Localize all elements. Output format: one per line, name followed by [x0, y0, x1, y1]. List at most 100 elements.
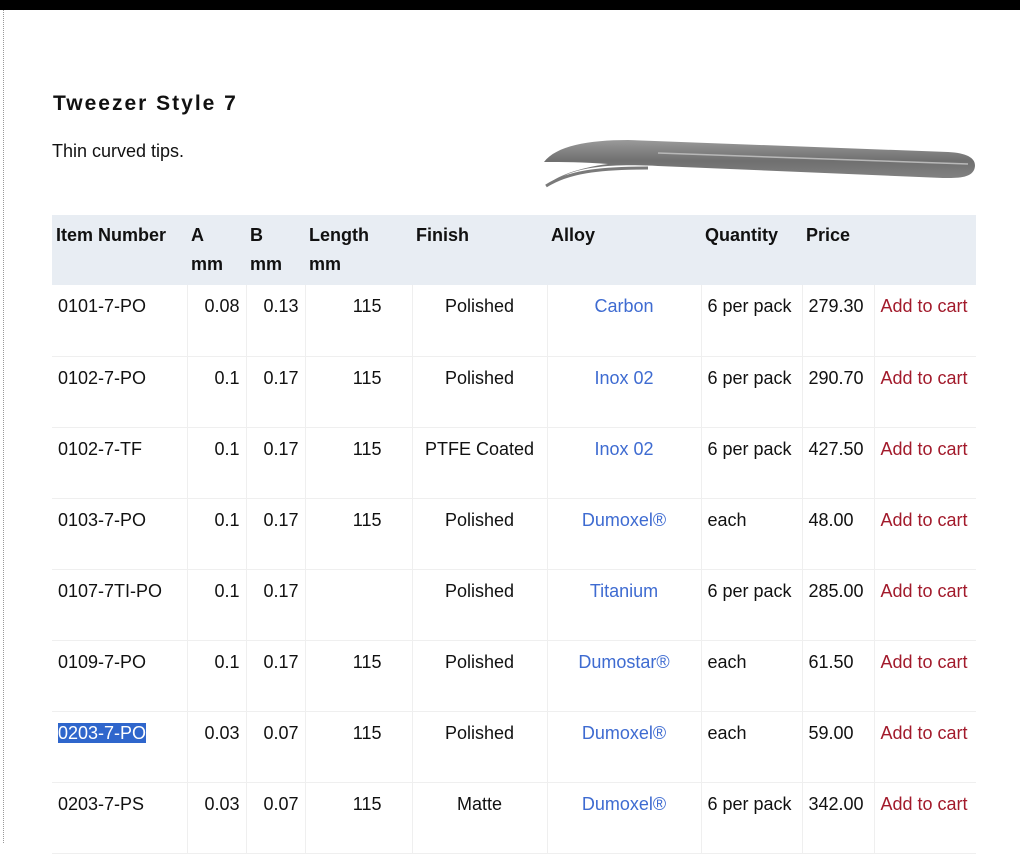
alloy-link[interactable]: Dumoxel®: [582, 510, 666, 530]
product-table: Item Number Amm Bmm Length mm Finish Allo…: [52, 215, 976, 854]
cell-quantity: 6 per pack: [701, 782, 803, 854]
cell-finish: PTFE Coated: [412, 427, 548, 499]
curved-tweezer-image: [544, 140, 975, 188]
alloy-link[interactable]: Titanium: [590, 581, 658, 601]
cell-quantity: 6 per pack: [701, 427, 803, 499]
alloy-link[interactable]: Dumostar®: [578, 652, 669, 672]
table-row: 0102-7-PO 0.1 0.17 115 Polished Inox 02 6 per …: [52, 356, 976, 428]
item-number-text[interactable]: 0109-7-PO: [58, 652, 146, 672]
header-b-mm[interactable]: Bmm: [246, 215, 305, 285]
header-item-number[interactable]: Item Number: [52, 215, 187, 285]
cell-item-number[interactable]: 0203-7-PO: [52, 711, 188, 783]
cell-length-mm: 115: [305, 711, 413, 783]
product-description: Thin curved tips.: [52, 141, 185, 161]
item-number-text[interactable]: 0102-7-PO: [58, 368, 146, 388]
cell-length-mm: 115: [305, 285, 413, 357]
cell-add-to-cart: Add to cart: [874, 711, 976, 783]
table-row: 0203-7-PS 0.03 0.07 115 Matte Dumoxel® 6 per p…: [52, 782, 976, 854]
header-length-mm[interactable]: Length mm: [305, 215, 412, 285]
alloy-link[interactable]: Dumoxel®: [582, 794, 666, 814]
header-quantity[interactable]: Quantity: [701, 215, 802, 285]
cell-a-mm: 0.08: [187, 285, 247, 357]
cell-alloy: Titanium: [547, 569, 702, 641]
cell-quantity: 6 per pack: [701, 356, 803, 428]
cell-finish: Polished: [412, 569, 548, 641]
cell-a-mm: 0.1: [187, 498, 247, 570]
table-row: 0102-7-TF 0.1 0.17 115 PTFE Coated Inox 02 6 p…: [52, 427, 976, 499]
cell-length-mm: 115: [305, 782, 413, 854]
add-to-cart-link[interactable]: Add to cart: [881, 296, 968, 316]
cell-length-mm: 115: [305, 356, 413, 428]
table-row: 0203-7-PO 0.03 0.07 115 Polished Dumoxel® each…: [52, 711, 976, 783]
table-row: 0109-7-PO 0.1 0.17 115 Polished Dumostar® each…: [52, 640, 976, 712]
header-cart: [874, 215, 976, 285]
cell-add-to-cart: Add to cart: [874, 427, 976, 499]
cell-b-mm: 0.07: [246, 782, 306, 854]
cell-price: 61.50: [802, 640, 875, 712]
cell-add-to-cart: Add to cart: [874, 285, 976, 357]
cell-a-mm: 0.1: [187, 427, 247, 499]
cell-alloy: Inox 02: [547, 356, 702, 428]
add-to-cart-link[interactable]: Add to cart: [881, 723, 968, 743]
table-row: 0103-7-PO 0.1 0.17 115 Polished Dumoxel® each 4…: [52, 498, 976, 570]
cell-item-number[interactable]: 0103-7-PO: [52, 498, 188, 570]
add-to-cart-link[interactable]: Add to cart: [881, 510, 968, 530]
cell-b-mm: 0.13: [246, 285, 306, 357]
cell-length-mm: [305, 569, 413, 641]
cell-a-mm: 0.03: [187, 711, 247, 783]
cell-quantity: each: [701, 640, 803, 712]
cell-alloy: Dumoxel®: [547, 498, 702, 570]
cell-item-number[interactable]: 0101-7-PO: [52, 285, 188, 357]
alloy-link[interactable]: Carbon: [594, 296, 653, 316]
header-finish[interactable]: Finish: [412, 215, 547, 285]
item-number-text[interactable]: 0102-7-TF: [58, 439, 142, 459]
item-number-text[interactable]: 0103-7-PO: [58, 510, 146, 530]
header-price[interactable]: Price: [802, 215, 874, 285]
table-row: 0101-7-PO 0.08 0.13 115 Polished Carbon 6 per …: [52, 285, 976, 357]
cell-quantity: each: [701, 711, 803, 783]
alloy-link[interactable]: Dumoxel®: [582, 723, 666, 743]
cell-length-mm: 115: [305, 427, 413, 499]
cell-finish: Matte: [412, 782, 548, 854]
cell-price: 342.00: [802, 782, 875, 854]
cell-price: 48.00: [802, 498, 875, 570]
cell-item-number[interactable]: 0102-7-PO: [52, 356, 188, 428]
cell-add-to-cart: Add to cart: [874, 569, 976, 641]
add-to-cart-link[interactable]: Add to cart: [881, 368, 968, 388]
table-row: 0107-7TI-PO 0.1 0.17 Polished Titanium 6 per …: [52, 569, 976, 641]
add-to-cart-link[interactable]: Add to cart: [881, 581, 968, 601]
cell-alloy: Dumoxel®: [547, 711, 702, 783]
item-number-text[interactable]: 0203-7-PS: [58, 794, 144, 814]
cell-length-mm: 115: [305, 640, 413, 712]
item-number-text[interactable]: 0101-7-PO: [58, 296, 146, 316]
page-title: Tweezer Style 7: [53, 92, 238, 115]
window-top-bar: [0, 0, 1020, 10]
cell-alloy: Dumoxel®: [547, 782, 702, 854]
header-a-mm[interactable]: Amm: [187, 215, 246, 285]
alloy-link[interactable]: Inox 02: [594, 439, 653, 459]
cell-price: 290.70: [802, 356, 875, 428]
cell-item-number[interactable]: 0203-7-PS: [52, 782, 188, 854]
item-number-text[interactable]: 0203-7-PO: [58, 722, 147, 743]
page-left-edge: [0, 10, 4, 843]
add-to-cart-link[interactable]: Add to cart: [881, 794, 968, 814]
cell-add-to-cart: Add to cart: [874, 356, 976, 428]
item-number-text[interactable]: 0107-7TI-PO: [58, 581, 162, 601]
cell-alloy: Dumostar®: [547, 640, 702, 712]
add-to-cart-link[interactable]: Add to cart: [881, 652, 968, 672]
cell-item-number[interactable]: 0107-7TI-PO: [52, 569, 188, 641]
cell-quantity: 6 per pack: [701, 569, 803, 641]
cell-b-mm: 0.17: [246, 498, 306, 570]
cell-price: 285.00: [802, 569, 875, 641]
cell-item-number[interactable]: 0109-7-PO: [52, 640, 188, 712]
cell-alloy: Carbon: [547, 285, 702, 357]
cell-item-number[interactable]: 0102-7-TF: [52, 427, 188, 499]
cell-price: 59.00: [802, 711, 875, 783]
cell-add-to-cart: Add to cart: [874, 640, 976, 712]
cell-add-to-cart: Add to cart: [874, 498, 976, 570]
header-alloy[interactable]: Alloy: [547, 215, 701, 285]
alloy-link[interactable]: Inox 02: [594, 368, 653, 388]
add-to-cart-link[interactable]: Add to cart: [881, 439, 968, 459]
cell-b-mm: 0.17: [246, 427, 306, 499]
cell-alloy: Inox 02: [547, 427, 702, 499]
